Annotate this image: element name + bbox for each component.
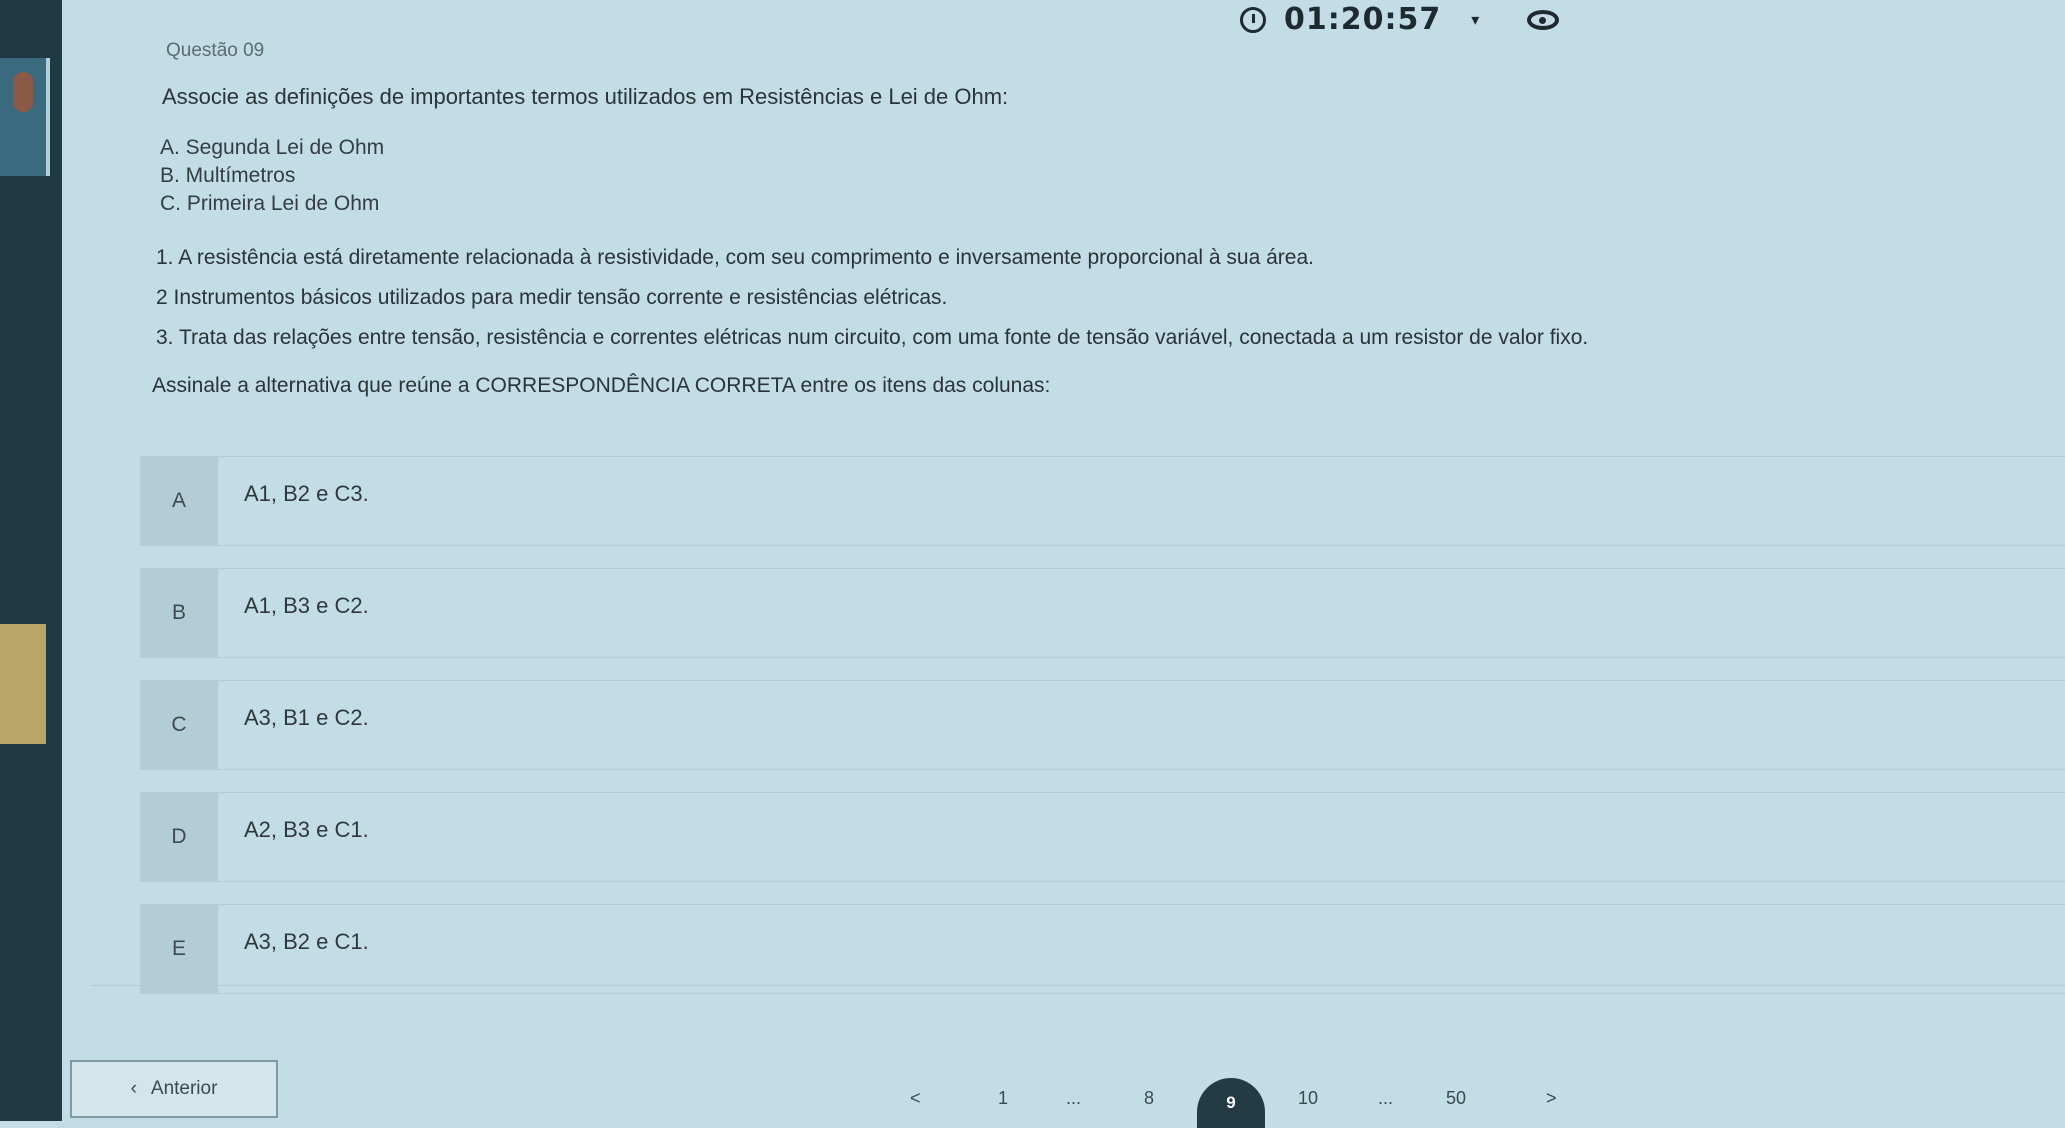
sidebar-avatar[interactable] [0,58,50,176]
chevron-left-icon: ‹ [130,1078,137,1099]
option-b[interactable]: B A1, B3 e C2. [140,568,2065,658]
page-1[interactable]: 1 [998,1088,1008,1109]
left-sidebar [0,0,62,1121]
question-card: Questão 09 Associe as definições de impo… [140,40,2020,398]
option-letter: E [140,905,218,993]
previous-button-label: Anterior [150,1078,218,1099]
definitions-list: 1. A resistência está diretamente relaci… [156,238,2020,358]
option-text: A2, B3 e C1. [244,817,369,842]
eye-icon[interactable] [1527,9,1560,30]
pagination-prev-arrow[interactable]: < [910,1088,921,1109]
pagination-next-arrow[interactable]: > [1546,1088,1557,1109]
option-e[interactable]: E A3, B2 e C1. [140,904,2065,994]
option-letter: B [140,569,218,657]
stopwatch-icon [1240,6,1266,33]
page-50[interactable]: 50 [1446,1088,1466,1109]
option-text: A1, B3 e C2. [244,593,369,618]
chevron-down-icon[interactable]: ▾ [1471,10,1479,30]
option-text: A1, B2 e C3. [244,481,369,506]
sidebar-thumbnail[interactable] [0,624,46,744]
option-letter: D [140,793,218,881]
column-item: A. Segunda Lei de Ohm [160,136,385,159]
footer-divider [90,985,2065,986]
option-letter: A [140,457,218,545]
page-10[interactable]: 10 [1298,1088,1318,1109]
option-text: A3, B1 e C2. [244,705,369,730]
definition-item: 3. Trata das relações entre tensão, resi… [156,326,1589,349]
answer-options: A A1, B2 e C3. B A1, B3 e C2. C A3, B1 e… [140,456,2065,1016]
previous-button[interactable]: ‹ Anterior [70,1060,278,1118]
option-letter: C [140,681,218,769]
question-instruction: Assinale a alternativa que reúne a CORRE… [152,374,1051,397]
definition-item: 2 Instrumentos básicos utilizados para m… [156,286,948,309]
pagination-ellipsis: ... [1378,1088,1394,1108]
question-number: Questão 09 [166,40,265,61]
timer: 01:20:57 ▾ [1240,2,1560,37]
option-text: A3, B2 e C1. [244,929,369,954]
top-bar: 01:20:57 ▾ [62,0,2065,42]
timer-value: 01:20:57 [1284,2,1442,37]
column-items-list: A. Segunda Lei de Ohm B. Multímetros C. … [160,134,2020,218]
question-stem: Associe as definições de importantes ter… [162,84,1009,109]
option-c[interactable]: C A3, B1 e C2. [140,680,2065,770]
column-item: B. Multímetros [160,164,296,187]
option-d[interactable]: D A2, B3 e C1. [140,792,2065,882]
option-a[interactable]: A A1, B2 e C3. [140,456,2065,546]
page-8[interactable]: 8 [1144,1088,1154,1109]
definition-item: 1. A resistência está diretamente relaci… [156,246,1314,269]
column-item: C. Primeira Lei de Ohm [160,192,380,215]
pagination-ellipsis: ... [1066,1088,1082,1108]
